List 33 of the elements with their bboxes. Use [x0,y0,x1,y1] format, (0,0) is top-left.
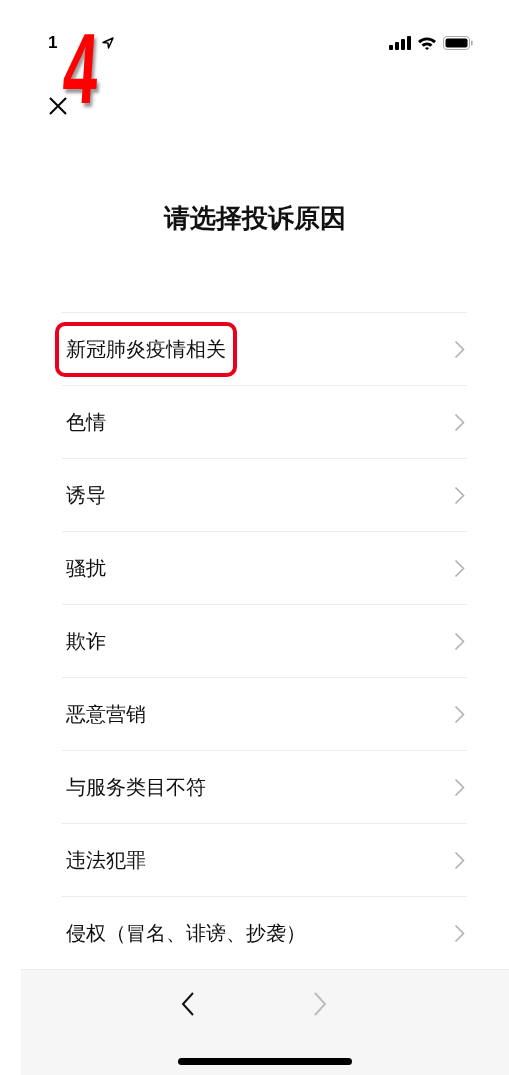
chevron-right-icon [454,923,465,943]
wifi-icon [417,36,437,50]
page-title: 请选择投诉原因 [162,202,347,235]
reason-item[interactable]: 新冠肺炎疫情相关 [62,313,467,386]
reason-label: 诱导 [65,481,107,509]
battery-icon [443,36,473,50]
chevron-right-icon [454,704,465,724]
chevron-right-icon [454,412,465,432]
step-number: 4 [61,30,101,106]
reason-label: 与服务类目不符 [65,773,207,801]
reason-label: 色情 [65,408,107,436]
reason-label: 侵权（冒名、诽谤、抄袭） [65,919,307,947]
signal-icon [389,36,411,50]
reason-label: 骚扰 [65,554,107,582]
status-time: 1 [48,33,58,53]
chevron-right-icon [454,850,465,870]
reason-item[interactable]: 恶意营销 [62,678,467,751]
chevron-right-icon [454,777,465,797]
reason-label: 欺诈 [65,627,107,655]
reason-item[interactable]: 欺诈 [62,605,467,678]
reason-label: 恶意营销 [65,700,147,728]
chevron-right-icon [454,631,465,651]
reason-item[interactable]: 色情 [62,386,467,459]
location-arrow-icon [101,36,116,50]
chevron-right-icon [454,485,465,505]
chevron-right-icon [454,339,465,359]
reason-item[interactable]: 骚扰 [62,532,467,605]
reason-label: 违法犯罪 [65,846,147,874]
chevron-right-icon [454,558,465,578]
reason-label: 新冠肺炎疫情相关 [55,321,237,377]
reason-item[interactable]: 诱导 [62,459,467,532]
reason-item[interactable]: 与服务类目不符 [62,751,467,824]
reason-item[interactable]: 违法犯罪 [62,824,467,897]
